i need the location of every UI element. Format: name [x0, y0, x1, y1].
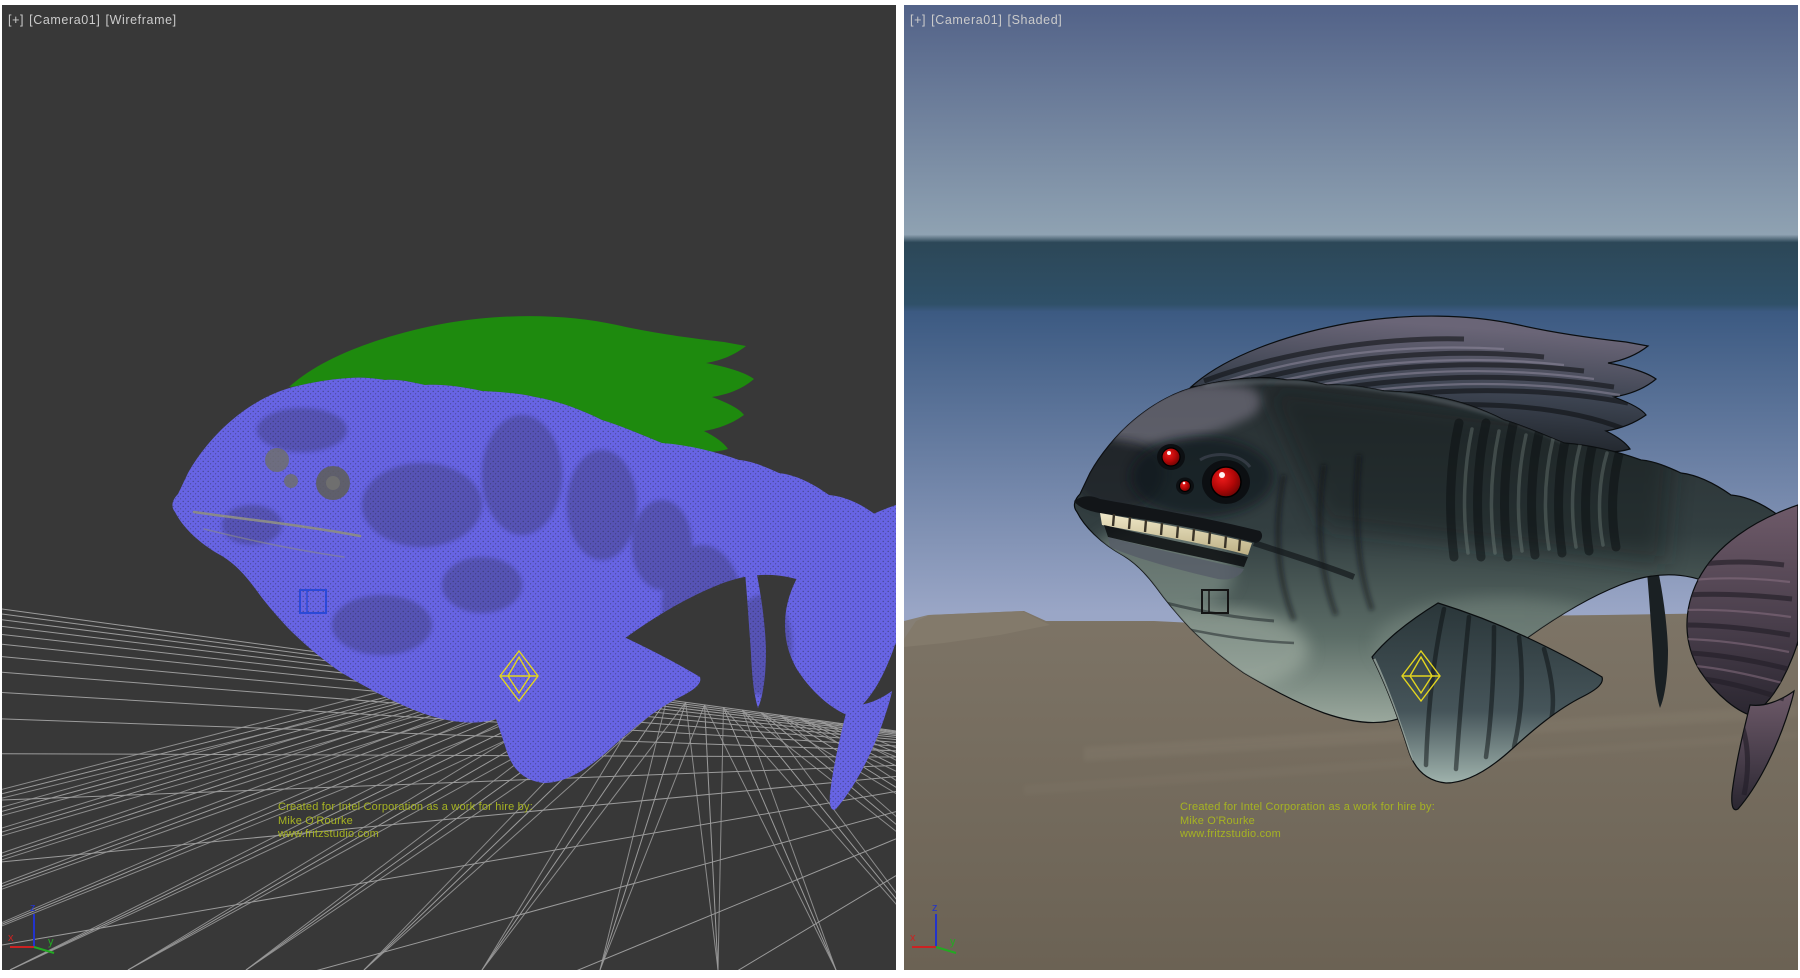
credit-line-2: Mike O'Rourke: [1180, 815, 1500, 829]
eye-tiny: [1180, 481, 1191, 492]
viewport-label: [+] [Camera01] [Wireframe]: [8, 13, 178, 27]
axis-z-label: z: [30, 902, 36, 914]
credit-line-1: Created for Intel Corporation as a work …: [1180, 801, 1500, 815]
eye-large: [1211, 467, 1241, 497]
viewport-menu-shading[interactable]: [Wireframe]: [106, 13, 177, 27]
credit-line-1: Created for Intel Corporation as a work …: [278, 801, 598, 815]
viewport-menu-shading[interactable]: [Shaded]: [1008, 13, 1063, 27]
world-axis-gizmo: z x y: [8, 902, 54, 953]
credit-line-3: www.fritzstudio.com: [278, 828, 598, 842]
viewport-label: [+] [Camera01] [Shaded]: [910, 13, 1063, 27]
viewport-menu-general[interactable]: [+]: [8, 13, 24, 27]
viewport-shaded[interactable]: z x y [+] [Camera01] [Shaded] Created fo…: [904, 5, 1798, 970]
viewport-frame: z x y [+] [Camera01] [Wireframe] Created…: [0, 0, 1800, 978]
axis-x-label: x: [8, 932, 14, 944]
credit-line-2: Mike O'Rourke: [278, 815, 598, 829]
axis-y-label: y: [950, 936, 956, 948]
scene-credit-text: Created for Intel Corporation as a work …: [278, 801, 598, 842]
axis-x-label: x: [910, 932, 916, 944]
axis-y-label: y: [48, 936, 54, 948]
viewport-menu-pov[interactable]: [Camera01]: [931, 13, 1002, 27]
scene-credit-text: Created for Intel Corporation as a work …: [1180, 801, 1500, 842]
eye-small: [1162, 448, 1180, 466]
viewport-wireframe[interactable]: z x y [+] [Camera01] [Wireframe] Created…: [2, 5, 896, 970]
fish-model-wireframe[interactable]: [152, 316, 896, 855]
axis-z-label: z: [932, 902, 938, 914]
viewport-menu-pov[interactable]: [Camera01]: [29, 13, 100, 27]
credit-line-3: www.fritzstudio.com: [1180, 828, 1500, 842]
viewport-menu-general[interactable]: [+]: [910, 13, 926, 27]
